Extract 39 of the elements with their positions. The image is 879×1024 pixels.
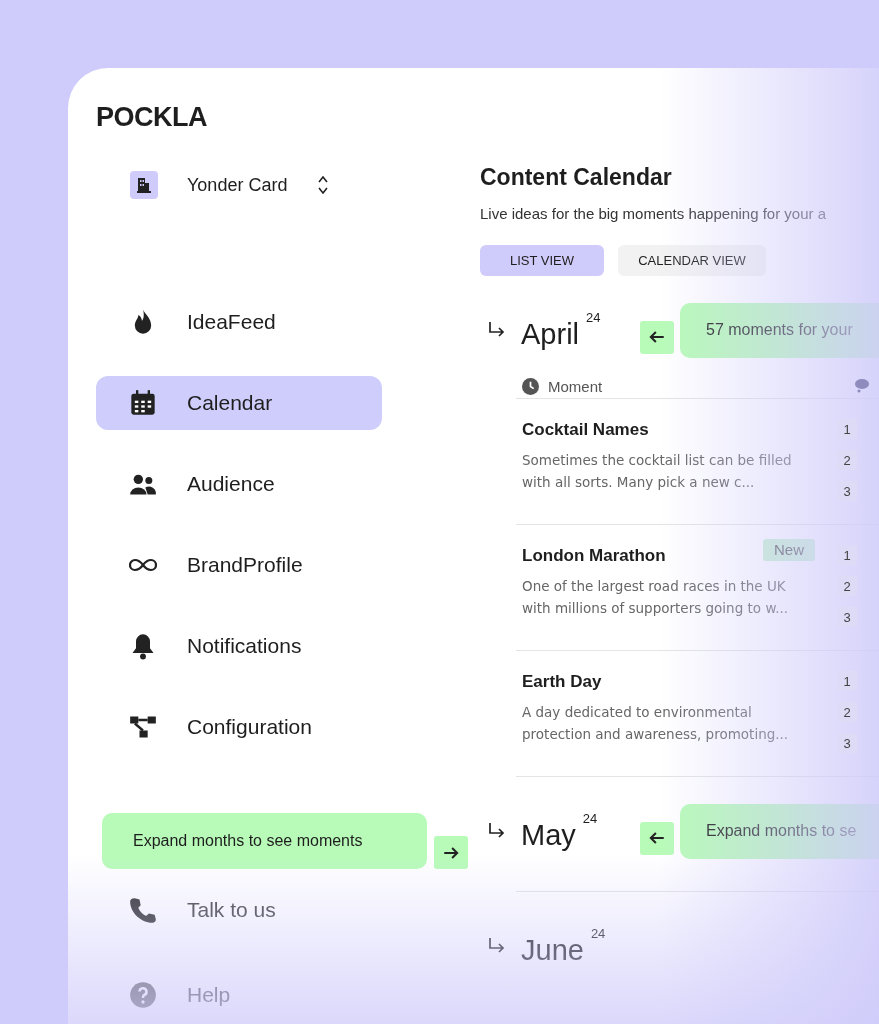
tooltip: Expand months to see moments bbox=[102, 813, 427, 869]
nav-item[interactable]: Talk to us bbox=[96, 883, 382, 937]
rank-number: 1 bbox=[837, 545, 857, 565]
nav-item[interactable]: IdeaFeed bbox=[96, 295, 382, 349]
rank-number: 2 bbox=[837, 450, 857, 470]
rank-number: 3 bbox=[837, 733, 857, 753]
nav-item[interactable]: Notifications bbox=[96, 619, 382, 673]
moment-title[interactable]: Cocktail Names bbox=[522, 420, 649, 440]
page-title: Content Calendar bbox=[480, 164, 673, 191]
month-banner: 57 moments for your bbox=[680, 302, 879, 358]
moment-description: A day dedicated to environmental protection and awareness, promoting... bbox=[522, 703, 790, 744]
month-name[interactable]: April bbox=[521, 317, 579, 351]
month-year: 24 bbox=[590, 925, 606, 941]
rank-number: 2 bbox=[837, 576, 857, 596]
nav-item[interactable]: Configuration bbox=[96, 700, 382, 754]
view-tab[interactable]: LIST VIEW bbox=[480, 245, 604, 276]
nav-item[interactable]: BrandProfile bbox=[96, 538, 382, 592]
workspace-switcher[interactable]: Yonder Card bbox=[130, 171, 330, 199]
moment-title[interactable]: Earth Day bbox=[522, 672, 602, 692]
month-year: 24 bbox=[586, 309, 601, 325]
rank-number: 1 bbox=[837, 671, 857, 691]
nav-item[interactable]: Audience bbox=[96, 457, 382, 511]
page-subtitle: Live ideas for the big moments happening for your a bbox=[480, 205, 828, 222]
rank-number: 3 bbox=[837, 607, 857, 627]
moment-description: One of the largest road races in the UK with millions of supporters going to w... bbox=[522, 577, 790, 618]
moment-description: Sometimes the cocktail list can be filled with all sorts. Many pick a new c... bbox=[522, 451, 793, 492]
moment-title[interactable]: London Marathon bbox=[522, 546, 666, 566]
new-badge: New bbox=[763, 539, 815, 561]
rank-number: 2 bbox=[837, 702, 857, 722]
view-tab[interactable]: CALENDAR VIEW bbox=[618, 245, 766, 276]
month-name[interactable]: May bbox=[521, 818, 576, 852]
nav-item[interactable]: Calendar bbox=[96, 376, 382, 430]
logo: POCKLA bbox=[96, 102, 207, 133]
column-header: Moment bbox=[548, 377, 603, 395]
rank-number: 1 bbox=[837, 419, 857, 439]
month-name[interactable]: June bbox=[521, 933, 584, 967]
rank-number: 3 bbox=[837, 481, 857, 501]
month-year: 24 bbox=[582, 810, 598, 826]
month-banner: Expand months to se bbox=[680, 803, 879, 859]
